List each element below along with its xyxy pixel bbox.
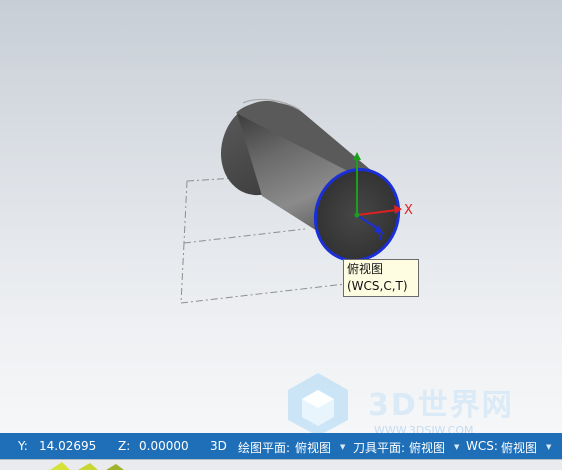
tooltip-view-name: 俯视图 bbox=[347, 262, 384, 276]
axis-label-y: Y bbox=[376, 230, 384, 243]
view-mode-toggle[interactable]: 3D bbox=[210, 439, 227, 453]
gplane-selector[interactable]: 俯视图 bbox=[295, 439, 331, 456]
view-tooltip: 俯视图 (WCS,C,T) bbox=[343, 259, 419, 297]
x-axis-label: X bbox=[404, 203, 413, 218]
gplane-dropdown-icon[interactable]: ▼ bbox=[340, 443, 345, 451]
tplane-dropdown-icon[interactable]: ▼ bbox=[454, 443, 459, 451]
tplane-selector[interactable]: 俯视图 bbox=[409, 439, 445, 456]
gplane-label: 绘图平面: bbox=[238, 441, 291, 455]
bottom-toolbar-strip bbox=[0, 459, 562, 470]
y-coord-label: Y: bbox=[18, 439, 28, 453]
z-coord-value: 0.00000 bbox=[139, 439, 189, 453]
wcs-dropdown-icon[interactable]: ▼ bbox=[546, 443, 551, 451]
wcs-label: WCS: bbox=[466, 439, 498, 453]
tplane-label: 刀具平面: bbox=[353, 441, 406, 455]
wcs-selector[interactable]: 俯视图 bbox=[501, 439, 537, 456]
watermark: 3D世界网 WWW.3DSJW.COM bbox=[278, 368, 562, 438]
watermark-title: 3D世界网 bbox=[368, 388, 514, 423]
tooltip-view-detail: (WCS,C,T) bbox=[347, 279, 408, 293]
triad-origin bbox=[354, 212, 360, 218]
status-bar: Y: 14.02695 Z: 0.00000 3D 绘图平面: 俯视图 ▼ 刀具… bbox=[0, 433, 562, 459]
z-coord-label: Z: bbox=[118, 439, 131, 453]
watermark-cube-icon bbox=[288, 373, 348, 436]
y-coord-value: 14.02695 bbox=[39, 439, 97, 453]
